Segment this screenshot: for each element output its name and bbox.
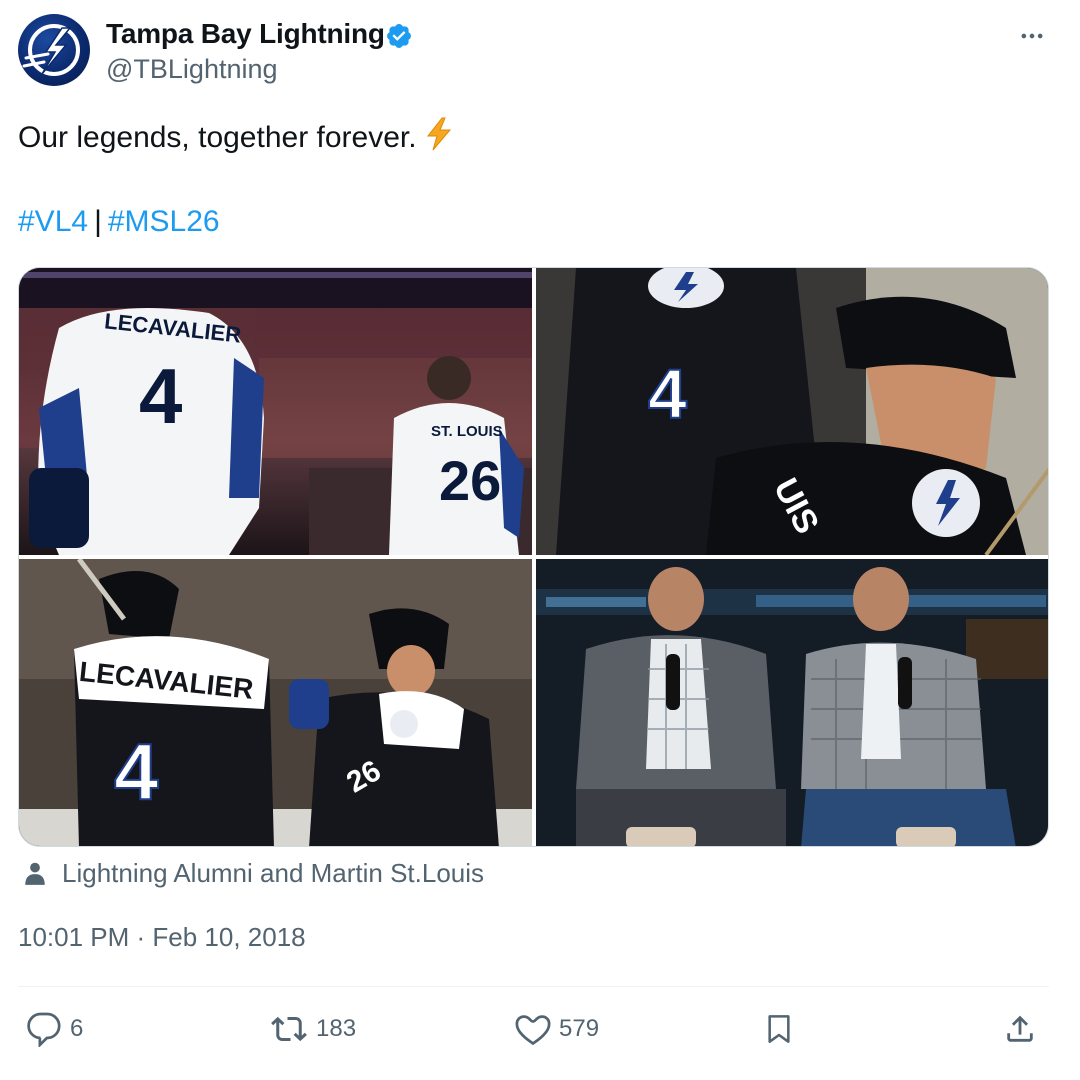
person-icon [25, 862, 45, 885]
lightning-emoji-icon [423, 117, 455, 159]
bookmark-icon [768, 1015, 790, 1043]
photo-1-image: LECAVALIER 4 ST. LOUIS 26 [19, 268, 532, 555]
svg-text:ST. LOUIS: ST. LOUIS [431, 423, 503, 440]
tagged-people-text[interactable]: Lightning Alumni and Martin St.Louis [62, 858, 484, 889]
photo-3[interactable]: LECAVALIER 4 26 [19, 559, 532, 846]
tweet-header: Tampa Bay Lightning @TBLightning [18, 14, 1062, 94]
photo-1[interactable]: LECAVALIER 4 ST. LOUIS 26 [19, 268, 532, 555]
retweet-icon [271, 1016, 307, 1042]
svg-text:26: 26 [439, 449, 501, 512]
share-icon [1007, 1015, 1033, 1042]
photo-2[interactable]: 4 UIS [536, 268, 1048, 555]
tweet-timestamp[interactable]: 10:01 PM · Feb 10, 2018 [18, 922, 306, 953]
tweet-body: Our legends, together forever. [18, 121, 417, 154]
tweet-text: Our legends, together forever. [18, 117, 455, 159]
bookmark-button[interactable] [763, 1011, 795, 1047]
action-bar: 6 183 579 [18, 1005, 1049, 1055]
divider [18, 986, 1049, 987]
retweet-count: 183 [316, 1015, 357, 1042]
tagged-people[interactable]: Lightning Alumni and Martin St.Louis [22, 856, 484, 890]
photo-3-image: LECAVALIER 4 26 [19, 559, 532, 846]
retweet-button[interactable]: 183 [270, 1011, 356, 1047]
hashtag-vl4[interactable]: #VL4 [18, 205, 88, 238]
media-grid: LECAVALIER 4 ST. LOUIS 26 4 UIS LECAVALI… [18, 267, 1049, 847]
hashtag-separator: | [94, 205, 102, 238]
reply-icon [27, 1012, 61, 1047]
heart-icon [515, 1015, 551, 1046]
like-button[interactable]: 579 [515, 1011, 599, 1047]
lightning-bolt-logo-icon [22, 24, 80, 76]
user-handle[interactable]: @TBLightning [106, 54, 278, 85]
svg-text:4: 4 [114, 727, 159, 816]
share-button[interactable] [1003, 1011, 1037, 1047]
photo-2-image: 4 UIS [536, 268, 1048, 555]
more-options-icon[interactable] [1018, 22, 1046, 50]
svg-text:4: 4 [139, 352, 182, 440]
hashtags: #VL4 | #MSL26 [18, 205, 220, 239]
verified-badge-icon [387, 24, 411, 48]
photo-4[interactable] [536, 559, 1048, 846]
hashtag-msl26[interactable]: #MSL26 [108, 205, 220, 238]
display-name[interactable]: Tampa Bay Lightning [106, 18, 385, 50]
avatar[interactable] [18, 14, 90, 86]
reply-button[interactable]: 6 [26, 1011, 83, 1047]
svg-text:4: 4 [648, 355, 687, 433]
photo-4-image [536, 559, 1048, 846]
reply-count: 6 [70, 1015, 84, 1042]
like-count: 579 [559, 1015, 600, 1042]
